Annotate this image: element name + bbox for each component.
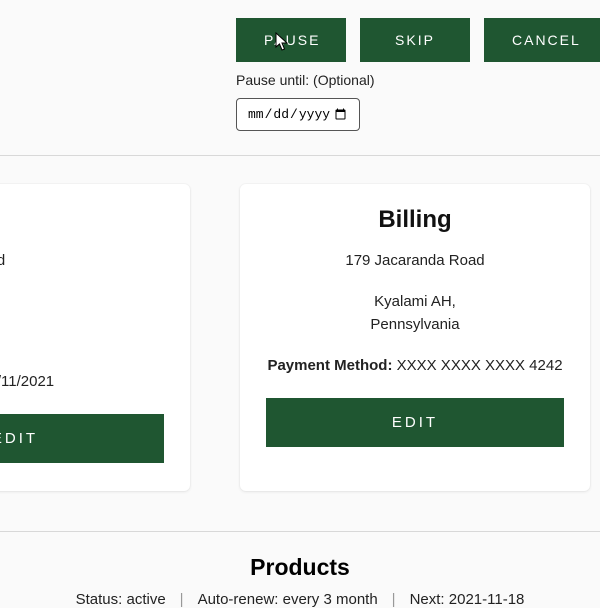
pause-button[interactable]: PAUSE xyxy=(236,18,346,62)
skip-button[interactable]: SKIP xyxy=(360,18,470,62)
products-status-value: active xyxy=(126,591,165,608)
shipping-card: Shipping 179 Jacaranda Road Kyalami AHa … xyxy=(0,184,190,491)
billing-title: Billing xyxy=(266,206,564,234)
products-renew-value: every 3 month xyxy=(283,591,378,608)
billing-addr-line2: Kyalami AH, xyxy=(266,293,564,310)
billing-pm-label: Payment Method: xyxy=(267,357,392,374)
separator: | xyxy=(180,591,184,608)
shipping-addr-line3: Pennsylvania xyxy=(0,332,164,349)
products-next: Next: 2021-11-18 xyxy=(410,591,525,608)
products-renew: Auto-renew: every 3 month xyxy=(198,591,378,608)
shipping-edit-button[interactable]: EDIT xyxy=(0,414,164,463)
products-next-value: 2021-11-18 xyxy=(449,591,525,608)
shipping-addr-line1: 179 Jacaranda Road xyxy=(0,252,164,269)
products-meta: Status: active | Auto-renew: every 3 mon… xyxy=(0,591,600,608)
products-renew-label: Auto-renew: xyxy=(198,591,279,608)
address-cards-row: Shipping 179 Jacaranda Road Kyalami AHa … xyxy=(0,156,600,531)
shipping-next-shipment: Next Shipment: 18/11/2021 xyxy=(0,373,164,390)
products-section: Products Status: active | Auto-renew: ev… xyxy=(0,532,600,608)
pause-until-group: Pause until: (Optional) xyxy=(0,62,600,155)
products-next-label: Next: xyxy=(410,591,445,608)
billing-addr-line1: 179 Jacaranda Road xyxy=(266,252,564,269)
shipping-addr-line2: Kyalami AHa xyxy=(0,293,164,310)
pause-until-label: Pause until: (Optional) xyxy=(236,72,600,88)
billing-addr-line3: Pennsylvania xyxy=(266,316,564,333)
billing-edit-button[interactable]: EDIT xyxy=(266,398,564,447)
billing-pm-value: XXXX XXXX XXXX 4242 xyxy=(397,357,563,374)
shipping-shipment-value: 18/11/2021 xyxy=(0,373,54,390)
cancel-button[interactable]: CANCEL xyxy=(484,18,600,62)
products-title: Products xyxy=(0,554,600,581)
products-status-label: Status: xyxy=(76,591,123,608)
pause-until-date-input[interactable] xyxy=(236,98,360,131)
billing-payment-method: Payment Method: XXXX XXXX XXXX 4242 xyxy=(266,357,564,374)
shipping-title: Shipping xyxy=(0,206,164,234)
separator: | xyxy=(392,591,396,608)
products-status: Status: active xyxy=(76,591,166,608)
billing-card: Billing 179 Jacaranda Road Kyalami AH, P… xyxy=(240,184,590,491)
action-button-row: PAUSE SKIP CANCEL xyxy=(0,0,600,62)
